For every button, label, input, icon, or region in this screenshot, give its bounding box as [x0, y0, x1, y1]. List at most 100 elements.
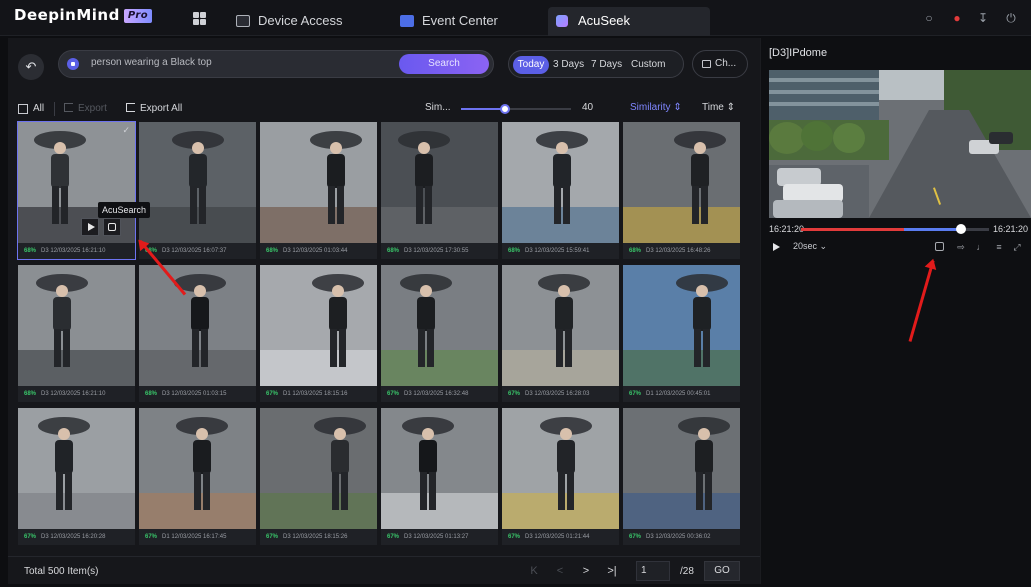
date-option-today[interactable]: Today	[513, 56, 549, 74]
channel-id: D3	[525, 248, 533, 254]
result-thumbnail[interactable]	[260, 122, 377, 243]
result-meta: 68% D3 12/03/2025 16:48:26	[623, 245, 740, 258]
result-card[interactable]: 68% D3 12/03/2025 16:21:10	[18, 265, 135, 402]
tab-event-center[interactable]: Event Center	[392, 7, 532, 36]
result-thumbnail[interactable]	[381, 265, 498, 386]
result-card[interactable]: 67% D3 12/03/2025 01:21:44	[502, 408, 619, 545]
play-icon[interactable]	[773, 243, 780, 251]
app-grid-icon[interactable]	[193, 12, 206, 25]
tab-device-access[interactable]: Device Access	[228, 7, 370, 36]
sort-similarity-label: Similarity	[630, 102, 671, 113]
fullscreen-icon[interactable]: ⤢	[1011, 241, 1023, 253]
tab-acuseek[interactable]: AcuSeek	[548, 7, 710, 36]
playback-thumb[interactable]	[955, 224, 966, 234]
result-card[interactable]: 67% D1 12/03/2025 00:45:01	[623, 265, 740, 402]
alarm-icon[interactable]: ●	[950, 11, 964, 25]
result-thumbnail[interactable]	[623, 408, 740, 529]
lock-icon[interactable]: ○	[922, 11, 936, 25]
acusearch-button[interactable]	[103, 218, 121, 236]
similarity-score: 67%	[629, 534, 642, 540]
app-logo-text: DeepinMind	[14, 6, 120, 24]
result-thumbnail[interactable]	[381, 122, 498, 243]
menu-icon[interactable]: ≡	[993, 241, 1005, 253]
play-button[interactable]	[81, 218, 99, 236]
result-thumbnail[interactable]	[139, 265, 256, 386]
result-thumbnail[interactable]	[502, 122, 619, 243]
similarity-slider-thumb[interactable]	[500, 104, 510, 114]
date-option-custom[interactable]: Custom	[631, 56, 665, 74]
last-page-button[interactable]: >|	[604, 564, 620, 578]
result-meta: 68%D3 12/03/2025 16:07:37	[139, 245, 256, 258]
timestamp: 12/03/2025 16:20:28	[50, 534, 106, 540]
result-card[interactable]: 68% D3 12/03/2025 17:30:55	[381, 122, 498, 259]
similarity-score: 67%	[508, 391, 521, 397]
result-thumbnail[interactable]	[260, 408, 377, 529]
sort-time-button[interactable]: Time ⇕	[702, 102, 735, 113]
go-button[interactable]: GO	[704, 561, 740, 581]
result-card[interactable]: 68% D3 12/03/2025 15:59:41	[502, 122, 619, 259]
result-card[interactable]: 67% D1 12/03/2025 16:17:45	[139, 408, 256, 545]
result-thumbnail[interactable]	[623, 122, 740, 243]
download-icon[interactable]: ↧	[976, 11, 990, 25]
similarity-value[interactable]: 40	[582, 102, 593, 113]
export-button[interactable]: Export	[64, 103, 107, 114]
channel-id: D3	[404, 248, 412, 254]
channel-id: D3	[283, 248, 291, 254]
result-card[interactable]: 67% D3 12/03/2025 01:13:27	[381, 408, 498, 545]
result-thumbnail[interactable]	[381, 408, 498, 529]
result-card[interactable]: 68% D3 12/03/2025 01:03:44	[260, 122, 377, 259]
similarity-score: 68%	[145, 391, 158, 397]
channel-id: D3	[404, 391, 412, 397]
search-input[interactable]: person wearing a Black top	[91, 57, 381, 68]
result-card[interactable]: 68% D3 12/03/2025 16:48:26	[623, 122, 740, 259]
result-meta: 67% D3 12/03/2025 16:20:28	[18, 531, 135, 544]
timestamp: 12/03/2025 00:36:02	[655, 534, 711, 540]
playback-progress[interactable]	[801, 224, 989, 234]
speed-value: 20sec	[793, 241, 818, 251]
volume-icon[interactable]: ♩	[975, 241, 987, 253]
acusearch-icon[interactable]	[935, 242, 944, 251]
result-card[interactable]: ✓ 68% D3 12/03/2025 16:21:10	[17, 121, 136, 260]
result-thumbnail[interactable]	[139, 408, 256, 529]
result-thumbnail[interactable]	[502, 265, 619, 386]
result-thumbnail[interactable]	[18, 408, 135, 529]
result-thumbnail[interactable]	[18, 265, 135, 386]
back-button[interactable]: ↶	[18, 54, 44, 80]
power-icon[interactable]: ⏻	[1004, 11, 1018, 25]
prev-page-button[interactable]: <	[552, 564, 568, 578]
result-card[interactable]: 68% D3 12/03/2025 01:03:15	[139, 265, 256, 402]
result-thumbnail[interactable]	[260, 265, 377, 386]
result-thumbnail[interactable]	[139, 122, 256, 243]
similarity-slider[interactable]	[461, 104, 571, 114]
channel-id: D1	[646, 391, 654, 397]
player-panel: [D3]IPdome 16:21:20 16:21:20 20sec ⌄ ⇨ ♩…	[760, 38, 1031, 584]
date-option-3-days[interactable]: 3 Days	[553, 56, 584, 74]
sort-similarity-button[interactable]: Similarity ⇕	[630, 102, 682, 113]
result-card[interactable]: 67% D3 12/03/2025 16:28:03	[502, 265, 619, 402]
select-all-checkbox[interactable]	[18, 104, 28, 114]
result-card[interactable]: 67% D1 12/03/2025 18:15:16	[260, 265, 377, 402]
export-clip-icon[interactable]: ⇨	[955, 241, 967, 253]
channel-select-button[interactable]: Ch...	[692, 50, 748, 78]
video-view[interactable]	[769, 70, 1031, 218]
result-thumbnail[interactable]	[623, 265, 740, 386]
check-icon[interactable]: ✓	[122, 125, 130, 136]
result-card[interactable]: 67% D3 12/03/2025 16:20:28	[18, 408, 135, 545]
playback-speed-select[interactable]: 20sec ⌄	[793, 241, 827, 252]
result-card[interactable]: 67% D3 12/03/2025 16:32:48	[381, 265, 498, 402]
search-button[interactable]: Search	[399, 54, 489, 74]
similarity-score: 67%	[24, 534, 37, 540]
timestamp: 12/03/2025 16:21:10	[50, 248, 106, 254]
date-option-7-days[interactable]: 7 Days	[591, 56, 622, 74]
export-all-button[interactable]: Export All	[126, 103, 182, 114]
result-thumbnail[interactable]	[502, 408, 619, 529]
channel-id: D1	[283, 391, 291, 397]
result-card[interactable]: 67% D3 12/03/2025 00:36:02	[623, 408, 740, 545]
first-page-button[interactable]: K	[526, 564, 542, 578]
channel-id: D3	[162, 391, 170, 397]
result-card[interactable]: 67% D3 12/03/2025 18:15:26	[260, 408, 377, 545]
timestamp: 12/03/2025 16:28:03	[534, 391, 590, 397]
result-card[interactable]: 68%D3 12/03/2025 16:07:37	[139, 122, 256, 259]
page-number-input[interactable]: 1	[636, 561, 670, 581]
next-page-button[interactable]: >	[578, 564, 594, 578]
